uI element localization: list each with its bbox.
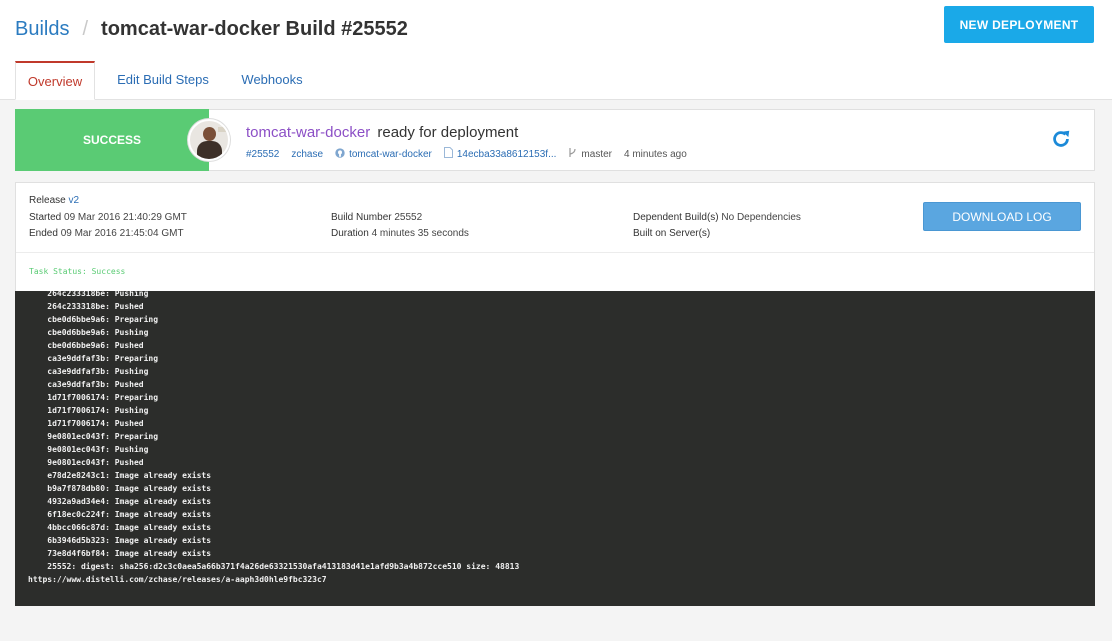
started-label: Started	[29, 212, 62, 223]
tab-bar: Overview Edit Build Steps Webhooks	[0, 61, 1112, 100]
tab-overview[interactable]: Overview	[15, 61, 95, 100]
log-line: 6b3946d5b323: Image already exists	[28, 536, 212, 545]
dependent-builds-value: No Dependencies	[721, 212, 801, 223]
log-line: cbe0d6bbe9a6: Pushing	[28, 328, 149, 337]
download-log-button[interactable]: DOWNLOAD LOG	[923, 202, 1081, 231]
log-line: ca3e9ddfaf3b: Preparing	[28, 354, 159, 363]
log-line: b9a7f878db80: Image already exists	[28, 484, 212, 493]
started-row: Started 09 Mar 2016 21:40:29 GMT	[29, 212, 187, 223]
refresh-icon[interactable]	[1050, 128, 1072, 150]
build-summary-card: SUCCESS tomcat-war-docker ready for depl…	[15, 109, 1095, 171]
log-line: 25552: digest: sha256:d2c3c0aea5a66b371f…	[28, 562, 520, 571]
log-console[interactable]: 264c233318be: Pushing 264c233318be: Push…	[15, 291, 1095, 606]
release-row: Release v2	[29, 195, 79, 206]
duration-row: Duration 4 minutes 35 seconds	[331, 228, 469, 239]
log-line: ca3e9ddfaf3b: Pushing	[28, 367, 149, 376]
branch-name: master	[581, 148, 612, 160]
tab-edit-build-steps[interactable]: Edit Build Steps	[104, 61, 222, 100]
user-link[interactable]: zchase	[291, 149, 323, 160]
started-value: 09 Mar 2016 21:40:29 GMT	[64, 212, 187, 223]
release-link[interactable]: v2	[68, 195, 79, 206]
build-message: ready for deployment	[377, 124, 519, 141]
log-line: 1d71f7006174: Pushed	[28, 419, 144, 428]
release-label: Release	[29, 195, 66, 206]
log-line: e78d2e8243c1: Image already exists	[28, 471, 212, 480]
tab-webhooks[interactable]: Webhooks	[230, 61, 314, 100]
new-deployment-button[interactable]: NEW DEPLOYMENT	[944, 6, 1094, 43]
build-details-card: Release v2 Started 09 Mar 2016 21:40:29 …	[15, 182, 1095, 292]
github-icon	[335, 147, 345, 161]
task-status: Task Status: Success	[29, 267, 126, 276]
duration-value: 4 minutes 35 seconds	[371, 228, 469, 239]
log-line: 4932a9ad34e4: Image already exists	[28, 497, 212, 506]
ended-row: Ended 09 Mar 2016 21:45:04 GMT	[29, 228, 184, 239]
log-line: cbe0d6bbe9a6: Preparing	[28, 315, 159, 324]
divider	[16, 252, 1094, 253]
build-number-link[interactable]: #25552	[246, 149, 279, 160]
duration-label: Duration	[331, 228, 369, 239]
built-on-server-label: Built on Server(s)	[633, 228, 711, 239]
log-line: 264c233318be: Pushed	[28, 302, 144, 311]
branch-icon	[568, 147, 577, 161]
log-line: 4bbcc066c87d: Image already exists	[28, 523, 212, 532]
dependent-builds-row: Dependent Build(s) No Dependencies	[633, 212, 801, 223]
build-number-label: Build Number	[331, 212, 392, 223]
page-header: Builds / tomcat-war-docker Build #25552 …	[0, 0, 1112, 100]
page-title: tomcat-war-docker Build #25552	[101, 18, 408, 40]
log-line: 6f18ec0c224f: Image already exists	[28, 510, 212, 519]
build-meta: #25552 zchase tomcat-war-docker 14ecba33…	[246, 147, 687, 161]
log-line: 1d71f7006174: Pushing	[28, 406, 149, 415]
log-line: 73e8d4f6bf84: Image already exists	[28, 549, 212, 558]
build-time-ago: 4 minutes ago	[623, 148, 687, 160]
built-on-server-row: Built on Server(s)	[633, 228, 710, 239]
log-line: cbe0d6bbe9a6: Pushed	[28, 341, 144, 350]
breadcrumb-separator: /	[82, 18, 89, 40]
ended-label: Ended	[29, 228, 58, 239]
avatar	[188, 119, 230, 161]
log-line: 9e0801ec043f: Preparing	[28, 432, 159, 441]
log-line: 1d71f7006174: Preparing	[28, 393, 159, 402]
repo-link[interactable]: tomcat-war-docker	[349, 149, 432, 160]
build-number-row: Build Number 25552	[331, 212, 422, 223]
log-line: 9e0801ec043f: Pushed	[28, 458, 144, 467]
log-line: https://www.distelli.com/zchase/releases…	[28, 575, 327, 584]
log-line: 9e0801ec043f: Pushing	[28, 445, 149, 454]
status-badge: SUCCESS	[15, 109, 209, 171]
file-icon	[443, 147, 453, 161]
breadcrumb: Builds / tomcat-war-docker Build #25552	[15, 18, 408, 41]
app-name-link[interactable]: tomcat-war-docker	[246, 124, 370, 141]
breadcrumb-builds-link[interactable]: Builds	[15, 18, 69, 41]
build-number-value: 25552	[394, 212, 423, 223]
log-line: 264c233318be: Pushing	[28, 291, 149, 298]
log-output: 264c233318be: Pushing 264c233318be: Push…	[28, 291, 519, 586]
build-title: tomcat-war-docker ready for deployment	[246, 124, 518, 141]
commit-link[interactable]: 14ecba33a8612153f...	[457, 149, 557, 160]
dependent-builds-label: Dependent Build(s)	[633, 212, 719, 223]
log-line: ca3e9ddfaf3b: Pushed	[28, 380, 144, 389]
ended-value: 09 Mar 2016 21:45:04 GMT	[60, 228, 184, 239]
